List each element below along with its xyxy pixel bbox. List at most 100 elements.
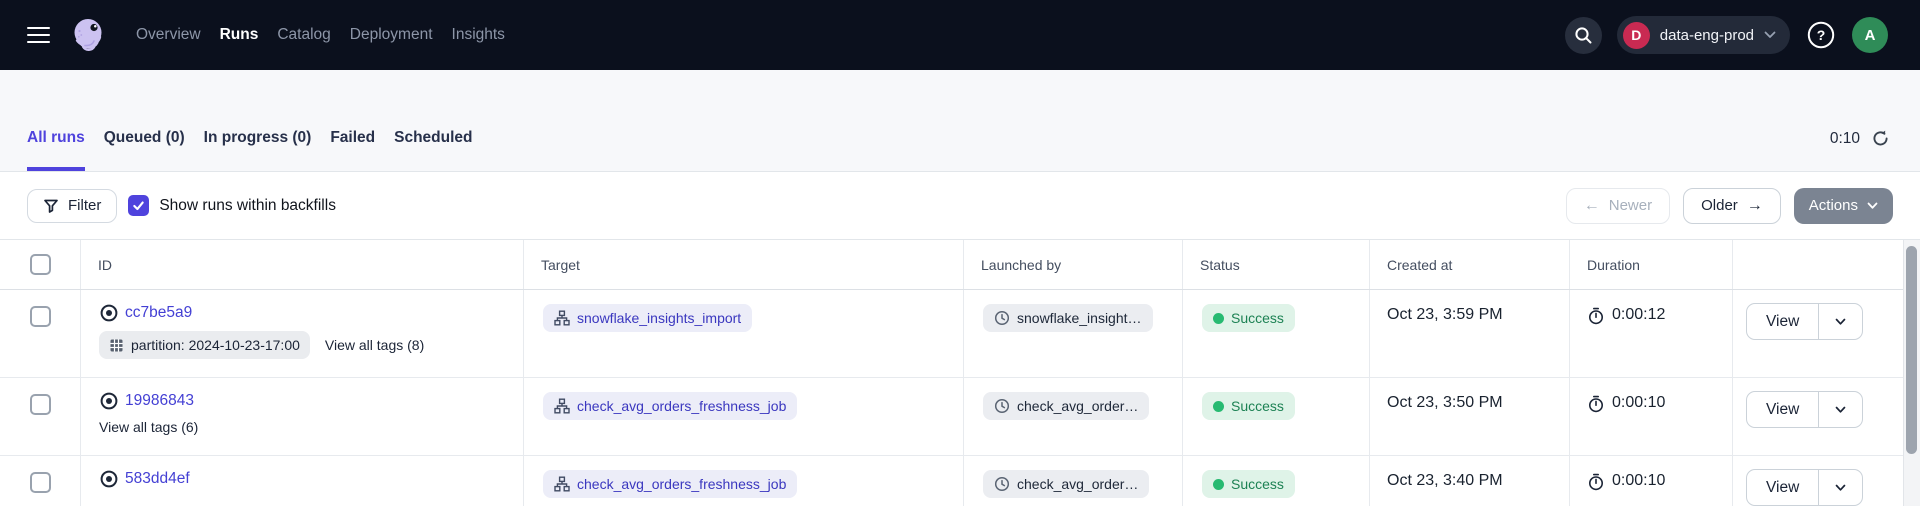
run-id-link[interactable]: cc7be5a9 (125, 304, 192, 322)
chevron-down-icon (1867, 202, 1878, 210)
view-dropdown-button[interactable] (1819, 392, 1862, 427)
column-header-id: ID (80, 240, 523, 289)
chevron-down-icon (1835, 318, 1846, 326)
launched-by-pill[interactable]: check_avg_order… (983, 470, 1149, 498)
table-header-row: ID Target Launched by Status Created at … (0, 240, 1903, 290)
backfills-checkbox[interactable] (128, 195, 149, 216)
user-avatar[interactable]: A (1852, 17, 1888, 53)
chevron-down-icon (1835, 406, 1846, 414)
auto-refresh: 0:10 (1830, 129, 1890, 171)
launched-by-pill[interactable]: check_avg_order… (983, 392, 1149, 420)
dagster-logo[interactable] (67, 14, 109, 56)
search-button[interactable] (1565, 17, 1602, 54)
row-checkbox[interactable] (30, 306, 51, 327)
duration-cell: 0:00:10 (1569, 456, 1732, 506)
clock-icon (994, 310, 1010, 326)
row-checkbox[interactable] (30, 394, 51, 415)
chevron-down-icon (1764, 31, 1776, 39)
select-all-checkbox[interactable] (30, 254, 51, 275)
filter-icon (43, 198, 59, 214)
clock-icon (994, 398, 1010, 414)
nav-overview[interactable]: Overview (136, 26, 201, 44)
column-header-launched-by: Launched by (963, 240, 1182, 289)
actions-button[interactable]: Actions (1794, 188, 1893, 224)
nav-insights[interactable]: Insights (452, 26, 505, 44)
target-job-pill[interactable]: check_avg_orders_freshness_job (543, 470, 797, 498)
partition-tag[interactable]: partition: 2024-10-23-17:00 (99, 331, 310, 359)
created-at-cell: Oct 23, 3:40 PM (1369, 456, 1569, 506)
column-header-created-at: Created at (1369, 240, 1569, 289)
workspace-name: data-eng-prod (1660, 27, 1754, 44)
run-id-link[interactable]: 583dd4ef (125, 470, 190, 488)
svg-text:?: ? (1817, 27, 1826, 43)
newer-button[interactable]: ← Newer (1566, 188, 1670, 224)
view-split-button: View (1746, 303, 1863, 340)
target-job-pill[interactable]: snowflake_insights_import (543, 304, 752, 332)
clock-icon (994, 476, 1010, 492)
tab-failed[interactable]: Failed (330, 129, 375, 171)
hamburger-menu-icon[interactable] (27, 27, 50, 44)
stopwatch-icon (1587, 307, 1605, 325)
table-row: 19986843 View all tags (6) check_avg_ord… (0, 378, 1903, 456)
arrow-right-icon: → (1747, 198, 1763, 214)
launched-by-pill[interactable]: snowflake_insight… (983, 304, 1153, 332)
runs-tabs-bar: All runs Queued (0) In progress (0) Fail… (0, 70, 1920, 172)
table-row: 583dd4ef check_avg_orders_freshness_job (0, 456, 1903, 506)
view-dropdown-button[interactable] (1819, 470, 1862, 505)
workspace-badge: D (1623, 22, 1650, 49)
older-button[interactable]: Older → (1683, 188, 1781, 224)
view-button[interactable]: View (1747, 470, 1819, 505)
column-header-target: Target (523, 240, 963, 289)
job-sitemap-icon (554, 398, 570, 414)
status-badge: Success (1202, 304, 1295, 332)
duration-cell: 0:00:12 (1569, 290, 1732, 377)
view-dropdown-button[interactable] (1819, 304, 1862, 339)
view-split-button: View (1746, 391, 1863, 428)
run-status-icon (99, 303, 119, 323)
help-icon: ? (1805, 19, 1837, 51)
checkmark-icon (132, 199, 145, 212)
view-button[interactable]: View (1747, 304, 1819, 339)
search-icon (1574, 26, 1593, 45)
runs-toolbar: Filter Show runs within backfills ← Newe… (0, 172, 1920, 240)
tab-in-progress[interactable]: In progress (0) (204, 129, 312, 171)
view-all-tags-link[interactable]: View all tags (8) (325, 337, 424, 353)
job-sitemap-icon (554, 476, 570, 492)
stopwatch-icon (1587, 473, 1605, 491)
row-checkbox[interactable] (30, 472, 51, 493)
runs-table: ID Target Launched by Status Created at … (0, 240, 1920, 506)
refresh-icon[interactable] (1871, 129, 1890, 148)
status-badge: Success (1202, 392, 1295, 420)
filter-button[interactable]: Filter (27, 189, 117, 223)
view-button[interactable]: View (1747, 392, 1819, 427)
nav-catalog[interactable]: Catalog (277, 26, 330, 44)
stopwatch-icon (1587, 395, 1605, 413)
tab-queued[interactable]: Queued (0) (104, 129, 185, 171)
show-backfills-toggle[interactable]: Show runs within backfills (128, 195, 336, 216)
main-nav: Overview Runs Catalog Deployment Insight… (136, 26, 505, 44)
target-job-pill[interactable]: check_avg_orders_freshness_job (543, 392, 797, 420)
backfills-label: Show runs within backfills (159, 197, 336, 215)
status-badge: Success (1202, 470, 1295, 498)
nav-deployment[interactable]: Deployment (350, 26, 433, 44)
header-actions: D data-eng-prod ? A (1565, 16, 1888, 54)
created-at-cell: Oct 23, 3:50 PM (1369, 378, 1569, 455)
run-status-icon (99, 391, 119, 411)
scrollbar-thumb[interactable] (1906, 246, 1917, 454)
workspace-switcher[interactable]: D data-eng-prod (1617, 16, 1790, 54)
app-header: Overview Runs Catalog Deployment Insight… (0, 0, 1920, 70)
tab-scheduled[interactable]: Scheduled (394, 129, 472, 171)
duration-cell: 0:00:10 (1569, 378, 1732, 455)
status-dot-icon (1213, 479, 1224, 490)
vertical-scrollbar[interactable] (1903, 240, 1920, 506)
column-header-actions (1732, 240, 1903, 289)
view-all-tags-link[interactable]: View all tags (6) (99, 419, 198, 435)
help-button[interactable]: ? (1805, 19, 1837, 51)
status-dot-icon (1213, 313, 1224, 324)
job-sitemap-icon (554, 310, 570, 326)
tab-all-runs[interactable]: All runs (27, 129, 85, 171)
run-id-link[interactable]: 19986843 (125, 392, 194, 410)
refresh-countdown: 0:10 (1830, 130, 1860, 148)
nav-runs[interactable]: Runs (220, 26, 259, 44)
table-row: cc7be5a9 partition: 2024-10-23-17:00 Vie… (0, 290, 1903, 378)
